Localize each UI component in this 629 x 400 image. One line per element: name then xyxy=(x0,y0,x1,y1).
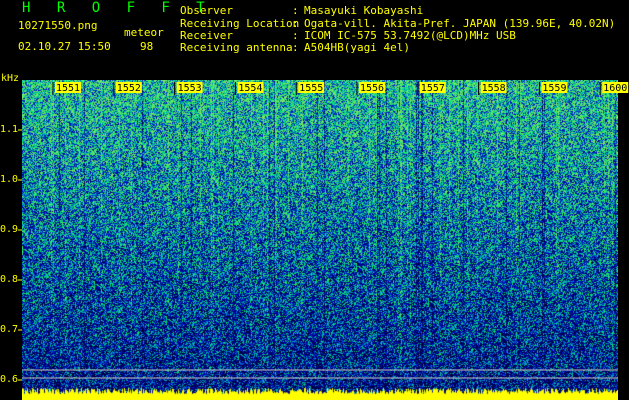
colon: : xyxy=(292,4,299,17)
y-tick-label: 1.0 xyxy=(0,174,19,185)
y-tick-label: 0.8 xyxy=(0,274,19,285)
y-axis-unit: kHz xyxy=(1,73,20,84)
y-tick-label: 0.6 xyxy=(0,374,19,385)
meteor-count: 98 xyxy=(140,40,154,53)
y-tick-label: 1.1 xyxy=(0,124,19,135)
antenna-label: Receiving antenna xyxy=(180,41,293,54)
y-tick-label: 0.9 xyxy=(0,224,19,235)
y-tick-label: 0.7 xyxy=(0,324,19,335)
date-time: 02.10.27 15:50 xyxy=(18,40,111,53)
observer-label: Observer xyxy=(180,4,233,17)
observer-value: Masayuki Kobayashi xyxy=(304,4,424,17)
header-panel: H R O F F T 10271550.png meteor 02.10.27… xyxy=(0,0,629,80)
antenna-value: A504HB(yagi 4el) xyxy=(304,41,410,54)
meteor-label: meteor xyxy=(124,26,164,39)
spectrogram xyxy=(22,80,618,400)
colon: : xyxy=(292,41,299,54)
file-name: 10271550.png xyxy=(18,19,98,32)
